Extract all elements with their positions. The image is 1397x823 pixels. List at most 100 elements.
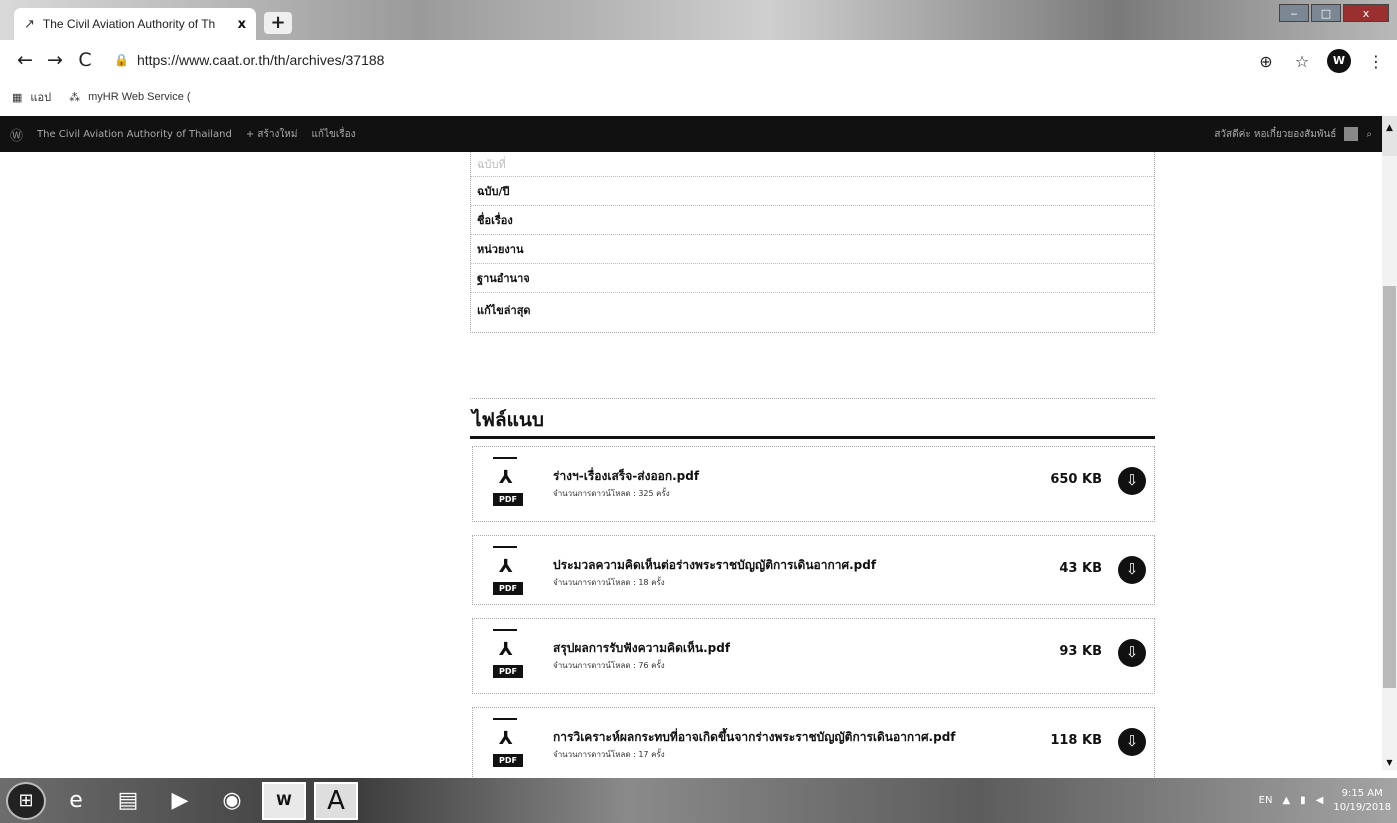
wp-admin-bar: Ⓦ The Civil Aviation Authority of Thaila… <box>0 116 1382 152</box>
attachments-heading: ไฟล์แนบ <box>472 409 544 431</box>
reload-button[interactable]: C <box>70 49 100 71</box>
download-icon[interactable]: ⇩ <box>1118 556 1146 584</box>
file-size: 118 KB <box>1050 733 1102 748</box>
info-label: ฉบับที่ <box>477 158 506 171</box>
info-label: ฐานอำนาจ <box>477 272 530 285</box>
clock-time: 9:15 AM <box>1341 787 1383 799</box>
windows-taskbar: ⊞ e ▤ ▶ ◉ W A EN ▲ ▮ ◀ 9:15 AM 10/19/201… <box>0 778 1397 823</box>
divider <box>470 398 1155 399</box>
pdf-file-icon: ⅄ PDF <box>493 718 523 767</box>
info-row-number: ฉบับที่ <box>471 152 1154 176</box>
info-row-authority: ฐานอำนาจ <box>471 263 1154 292</box>
download-icon[interactable]: ⇩ <box>1118 728 1146 756</box>
pdf-file-icon: ⅄ PDF <box>493 457 523 506</box>
heading-rule <box>470 436 1155 439</box>
download-count: จำนวนการดาวน์โหลด : 325 ครั้ง <box>553 489 670 498</box>
word-icon[interactable]: W <box>262 781 306 820</box>
download-count: จำนวนการดาวน์โหลด : 18 ครั้ง <box>553 578 665 587</box>
tray-expand-icon[interactable]: ▲ <box>1282 795 1290 806</box>
menu-kebab-icon[interactable]: ⋮ <box>1365 52 1387 71</box>
info-row-issue: ฉบับ/ปี <box>471 176 1154 205</box>
admin-search-icon[interactable]: ⌕ <box>1366 129 1372 140</box>
maximize-icon[interactable]: □ <box>1311 4 1341 22</box>
page-scrollbar[interactable]: ▲ ▼ <box>1382 116 1397 770</box>
scroll-down-icon[interactable]: ▼ <box>1382 756 1397 770</box>
info-label: ชื่อเรื่อง <box>477 214 513 227</box>
window-close-icon[interactable]: x <box>1343 4 1389 22</box>
attachment-name[interactable]: ประมวลความคิดเห็นต่อร่างพระราชบัญญัติการ… <box>553 556 876 575</box>
bookmark-myhr[interactable]: myHR Web Service ( <box>88 91 190 103</box>
system-tray: EN ▲ ▮ ◀ 9:15 AM 10/19/2018 <box>1259 787 1391 815</box>
clock[interactable]: 9:15 AM 10/19/2018 <box>1333 787 1391 815</box>
download-icon[interactable]: ⇩ <box>1118 639 1146 667</box>
bookmark-apps[interactable]: แอป <box>30 88 51 106</box>
font-app-icon[interactable]: A <box>314 781 358 820</box>
admin-edit-link[interactable]: แก้ไขเรื่อง <box>311 127 355 142</box>
download-icon[interactable]: ⇩ <box>1118 467 1146 495</box>
admin-new-link[interactable]: + สร้างใหม่ <box>246 127 298 142</box>
admin-account: สวัสดีค่ะ หอเกี๋ยวยองสัมพันธ์ ⌕ <box>1214 127 1372 142</box>
apps-grid-icon[interactable]: ▦ <box>12 91 22 104</box>
info-row-title: ชื่อเรื่อง <box>471 205 1154 234</box>
back-button[interactable]: ← <box>10 49 40 71</box>
tab-title: The Civil Aviation Authority of Th <box>42 17 216 31</box>
info-row-updated: แก้ไขล่าสุด <box>471 292 1154 332</box>
profile-avatar[interactable]: W <box>1327 49 1351 73</box>
volume-icon[interactable]: ◀ <box>1316 795 1324 806</box>
address-bar: ← → C 🔒 https://www.caat.or.th/th/archiv… <box>0 40 1397 80</box>
file-size: 43 KB <box>1059 561 1102 576</box>
wordpress-logo-icon[interactable]: Ⓦ <box>10 125 23 144</box>
pdf-badge: PDF <box>493 665 523 678</box>
info-row-agency: หน่วยงาน <box>471 234 1154 263</box>
download-count: จำนวนการดาวน์โหลด : 76 ครั้ง <box>553 661 665 670</box>
browser-tab-strip: ↗ The Civil Aviation Authority of Th x +… <box>0 0 1397 40</box>
document-info-table: ฉบับที่ ฉบับ/ปี ชื่อเรื่อง หน่วยงาน ฐานอ… <box>470 152 1155 333</box>
pdf-badge: PDF <box>493 493 523 506</box>
info-label: ฉบับ/ปี <box>477 185 510 198</box>
admin-site-name[interactable]: The Civil Aviation Authority of Thailand <box>37 129 232 140</box>
attachment-item[interactable]: ⅄ PDF การวิเคราะห์ผลกระทบที่อาจเกิดขึ้นจ… <box>472 707 1155 783</box>
address-bar-actions: ⊕ ☆ W ⋮ <box>1255 49 1387 73</box>
window-controls: ‒ □ x <box>1279 4 1389 22</box>
attachment-name[interactable]: ร่างฯ-เรื่องเสร็จ-ส่งออก.pdf <box>553 467 699 486</box>
bookmark-favicon-icon: ⁂ <box>69 91 81 104</box>
file-size: 650 KB <box>1050 472 1102 487</box>
clock-date: 10/19/2018 <box>1333 801 1391 813</box>
lock-icon: 🔒 <box>114 53 129 67</box>
pdf-badge: PDF <box>493 754 523 767</box>
browser-tab[interactable]: ↗ The Civil Aviation Authority of Th x <box>14 8 256 40</box>
info-label: แก้ไขล่าสุด <box>477 304 531 317</box>
internet-explorer-icon[interactable]: e <box>54 782 98 820</box>
download-count: จำนวนการดาวน์โหลด : 17 ครั้ง <box>553 750 665 759</box>
minimize-icon[interactable]: ‒ <box>1279 4 1309 22</box>
bookmark-star-icon[interactable]: ☆ <box>1291 52 1313 71</box>
pdf-file-icon: ⅄ PDF <box>493 546 523 595</box>
close-tab-icon[interactable]: x <box>238 17 246 32</box>
attachment-item[interactable]: ⅄ PDF ร่างฯ-เรื่องเสร็จ-ส่งออก.pdf จำนวน… <box>472 446 1155 522</box>
start-button-icon[interactable]: ⊞ <box>6 781 46 820</box>
language-indicator[interactable]: EN <box>1259 795 1273 806</box>
scroll-thumb[interactable] <box>1383 286 1396 688</box>
admin-greeting[interactable]: สวัสดีค่ะ หอเกี๋ยวยองสัมพันธ์ <box>1214 127 1336 142</box>
pdf-badge: PDF <box>493 582 523 595</box>
zoom-icon[interactable]: ⊕ <box>1255 52 1277 71</box>
new-tab-button[interactable]: + <box>264 12 292 34</box>
attachment-list: ⅄ PDF ร่างฯ-เรื่องเสร็จ-ส่งออก.pdf จำนวน… <box>472 446 1155 796</box>
chrome-icon[interactable]: ◉ <box>210 782 254 820</box>
attachment-name[interactable]: สรุปผลการรับฟังความคิดเห็น.pdf <box>553 639 730 658</box>
attachment-item[interactable]: ⅄ PDF สรุปผลการรับฟังความคิดเห็น.pdf จำน… <box>472 618 1155 694</box>
url-field[interactable]: https://www.caat.or.th/th/archives/37188 <box>137 52 384 68</box>
file-size: 93 KB <box>1059 644 1102 659</box>
caat-favicon-icon: ↗ <box>24 16 35 32</box>
scroll-up-icon[interactable]: ▲ <box>1382 116 1397 156</box>
pdf-file-icon: ⅄ PDF <box>493 629 523 678</box>
info-label: หน่วยงาน <box>477 243 524 256</box>
admin-avatar[interactable] <box>1344 127 1359 141</box>
bookmarks-bar: ▦ แอป ⁂ myHR Web Service ( <box>0 80 1397 114</box>
file-explorer-icon[interactable]: ▤ <box>106 782 150 820</box>
network-icon[interactable]: ▮ <box>1300 795 1306 806</box>
media-player-icon[interactable]: ▶ <box>158 782 202 820</box>
attachment-name[interactable]: การวิเคราะห์ผลกระทบที่อาจเกิดขึ้นจากร่าง… <box>553 728 956 747</box>
forward-button[interactable]: → <box>40 49 70 71</box>
attachment-item[interactable]: ⅄ PDF ประมวลความคิดเห็นต่อร่างพระราชบัญญ… <box>472 535 1155 605</box>
